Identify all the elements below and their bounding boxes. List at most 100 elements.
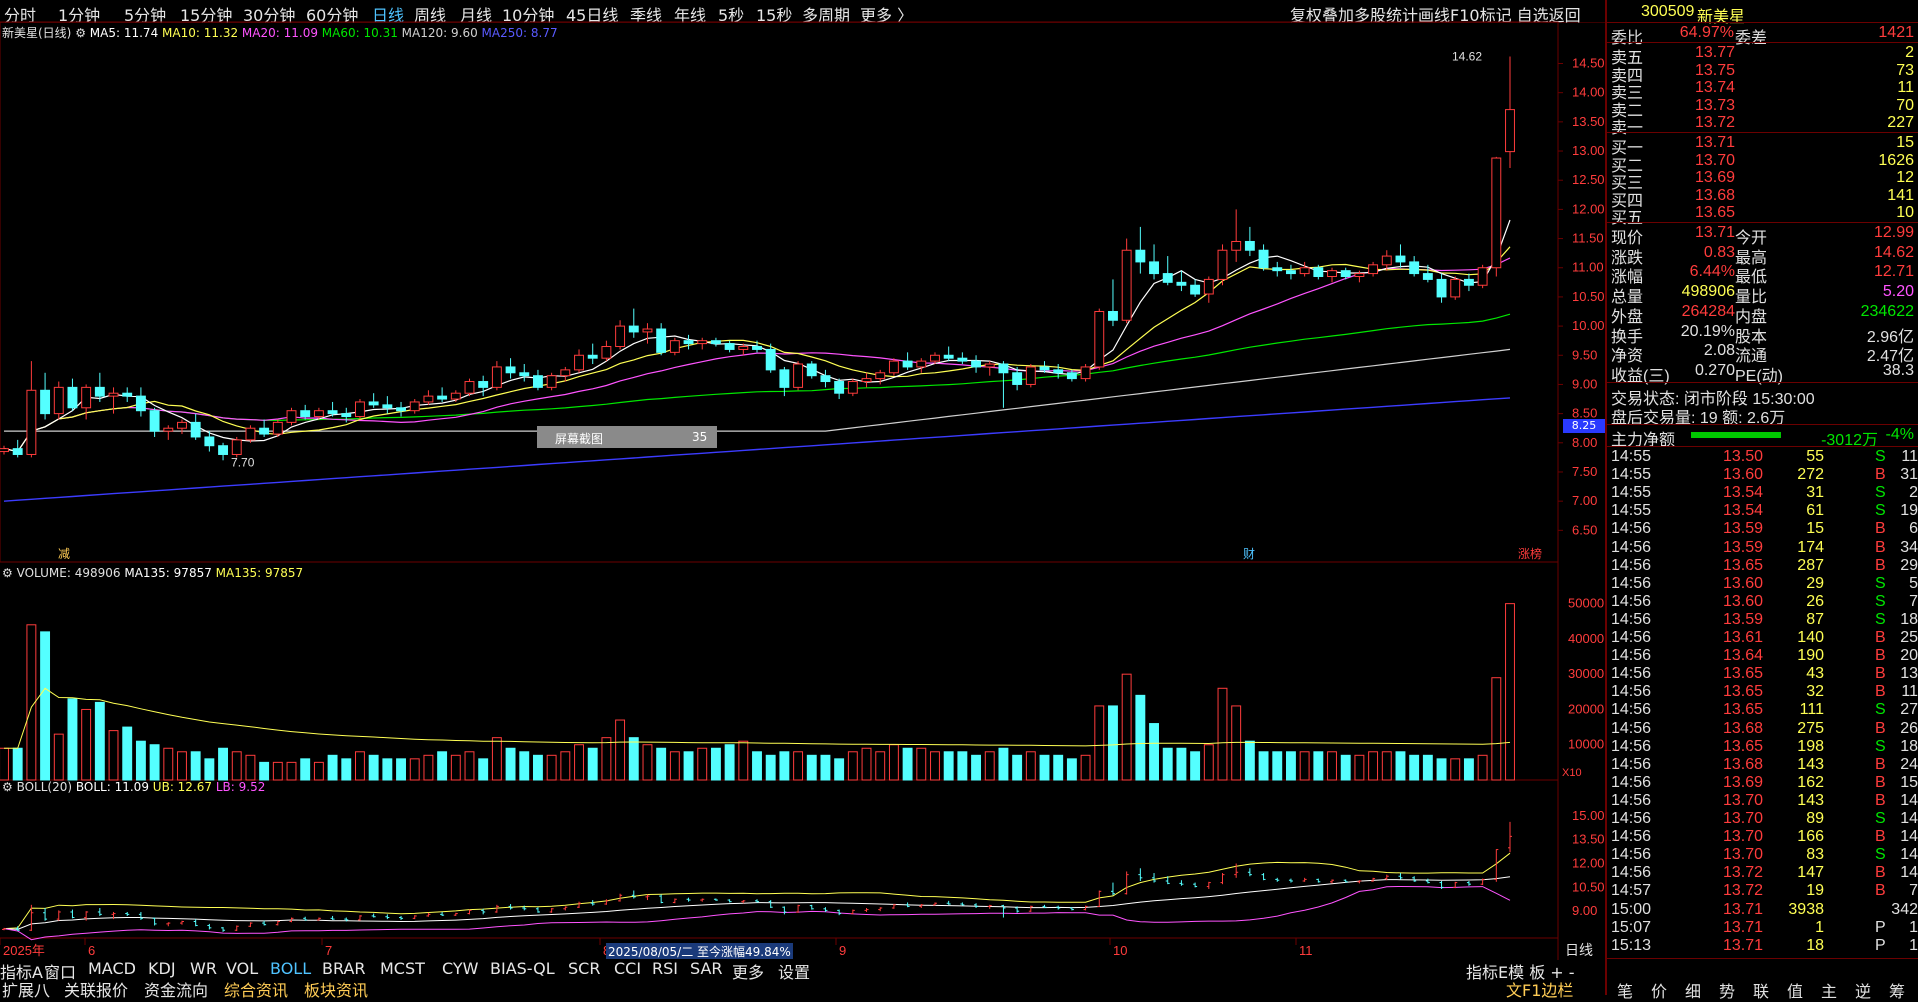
indicator-tab-macd[interactable]: MACD [88, 959, 136, 978]
volume-bar [505, 747, 516, 781]
candle-body [231, 439, 242, 455]
tick-volume: 275 [1797, 719, 1824, 737]
side-tab-6[interactable]: 主 [1821, 978, 1837, 1002]
volume-bar [793, 751, 804, 781]
tick-time: 14:55 [1611, 502, 1652, 520]
tick-direction: B [1875, 773, 1886, 791]
side-tab-7[interactable]: 逆 [1855, 978, 1871, 1002]
side-tab-3[interactable]: 势 [1719, 978, 1735, 1002]
volume-bar [40, 631, 51, 781]
indicator-tab-wr[interactable]: WR [190, 959, 217, 978]
volume-bar [1477, 754, 1488, 781]
bottom-tab-news[interactable]: 综合资讯 [224, 977, 288, 1001]
candle-body [916, 360, 927, 368]
quote-value-2: 38.3 [1882, 361, 1914, 379]
tick-time: 14:56 [1611, 719, 1652, 737]
volume-axis-label: 10000 [1568, 737, 1604, 752]
date-axis-label: 10 [1113, 943, 1127, 958]
tick-time: 14:56 [1611, 701, 1652, 719]
tick-time: 14:56 [1611, 520, 1652, 538]
tick-row: 14:57 13.72 19 B 7 [1607, 882, 1918, 900]
tick-direction: P [1875, 918, 1886, 936]
price-axis-label: 14.50 [1572, 56, 1605, 71]
volume-bar [1176, 747, 1187, 781]
indicator-tab-rsi[interactable]: RSI [652, 959, 678, 978]
side-tab-0[interactable]: 笔 [1617, 978, 1633, 1002]
candle-body [1203, 278, 1214, 295]
tick-row: 14:56 13.59 174 B 34 [1607, 539, 1918, 557]
tick-direction: S [1875, 592, 1886, 610]
tick-volume: 111 [1799, 701, 1824, 719]
indicator-tab-cyw[interactable]: CYW [442, 959, 478, 978]
candle-body [1340, 270, 1351, 277]
indicator-tab-kdj[interactable]: KDJ [148, 959, 176, 978]
bottom-tab-sector[interactable]: 板块资讯 [304, 977, 368, 1001]
volume-bar [1368, 751, 1379, 781]
candle-body [546, 375, 557, 388]
tick-direction: B [1875, 828, 1886, 846]
tick-direction: S [1875, 610, 1886, 628]
bottom-tab-expand[interactable]: 扩展八 [2, 977, 50, 1001]
tick-price: 13.70 [1723, 810, 1764, 827]
tick-price: 13.59 [1723, 610, 1764, 628]
volume-bar [450, 754, 461, 781]
tick-row: 14:56 13.65 43 B 13 [1607, 665, 1918, 683]
tick-price: 13.65 [1723, 665, 1764, 683]
volume-bar [0, 747, 9, 781]
tick-price: 13.69 [1723, 773, 1764, 791]
indicator-tab-vol[interactable]: VOL [226, 959, 258, 978]
indicator-tab-mcst[interactable]: MCST [380, 959, 425, 978]
indicator-tab-sar[interactable]: SAR [690, 959, 723, 978]
tick-time: 14:56 [1611, 773, 1652, 791]
candle-body [615, 325, 626, 348]
tick-price: 13.72 [1723, 882, 1764, 900]
quote-value: 498906 [1681, 283, 1735, 301]
volume-bar [135, 740, 146, 781]
volume-bar [163, 747, 174, 781]
buy-price: 13.70 [1694, 151, 1735, 169]
candle-body [998, 363, 1009, 374]
sidebar-toggle[interactable]: 文F1边栏 [1506, 977, 1573, 1001]
indicator-tab-bias[interactable]: BIAS-QL [490, 959, 555, 978]
volume-bar [532, 754, 543, 781]
side-tab-4[interactable]: 联 [1753, 978, 1769, 1002]
indicator-tab-brar[interactable]: BRAR [322, 959, 366, 978]
bottom-tab-related[interactable]: 关联报价 [64, 977, 128, 1001]
tick-direction: B [1875, 683, 1886, 701]
tick-price: 13.60 [1723, 592, 1764, 610]
tick-row: 14:56 13.59 87 S 18 [1607, 611, 1918, 629]
bottom-tab-capital[interactable]: 资金流向 [144, 977, 208, 1001]
kline-chart[interactable]: 14.50 14.00 13.50 13.00 12.50 12.00 11.50 11.00… [0, 0, 1605, 960]
tick-direction: B [1875, 719, 1886, 737]
tick-count: 26 [1900, 719, 1918, 737]
candle-body [286, 410, 297, 423]
buy-row: 买四 13.68 141 [1607, 187, 1918, 210]
side-tab-2[interactable]: 细 [1685, 978, 1701, 1002]
volume-bar [218, 747, 229, 781]
side-tab-5[interactable]: 值 [1787, 978, 1803, 1002]
tick-count: 20 [1900, 647, 1918, 665]
sell-row: 卖一 13.72 227 [1607, 114, 1918, 137]
candle-body [752, 346, 762, 350]
tick-price: 13.70 [1723, 828, 1764, 846]
candle-body [396, 407, 406, 412]
ma5-line [3, 219, 1511, 453]
tick-direction: B [1875, 556, 1886, 574]
tick-volume: 166 [1797, 828, 1824, 846]
tick-volume: 19 [1806, 882, 1824, 900]
indicator-tab-boll[interactable]: BOLL [270, 959, 311, 978]
candle-body [149, 410, 160, 432]
weibi-value: 64.97% [1679, 24, 1734, 41]
indicator-tab-cci[interactable]: CCI [614, 959, 641, 978]
candle-body [355, 401, 365, 418]
indicator-tab-scr[interactable]: SCR [568, 959, 600, 978]
candle-body [1080, 366, 1091, 380]
side-tab-1[interactable]: 价 [1651, 978, 1667, 1002]
side-tab-8[interactable]: 筹 [1889, 978, 1905, 1002]
tick-volume: 55 [1806, 448, 1824, 465]
candle-body [820, 375, 831, 383]
price-axis-label: 13.50 [1572, 114, 1605, 129]
tick-time: 14:56 [1611, 737, 1652, 755]
volume-bar [491, 737, 502, 781]
tooltip-label: 屏幕截图 [555, 432, 604, 446]
